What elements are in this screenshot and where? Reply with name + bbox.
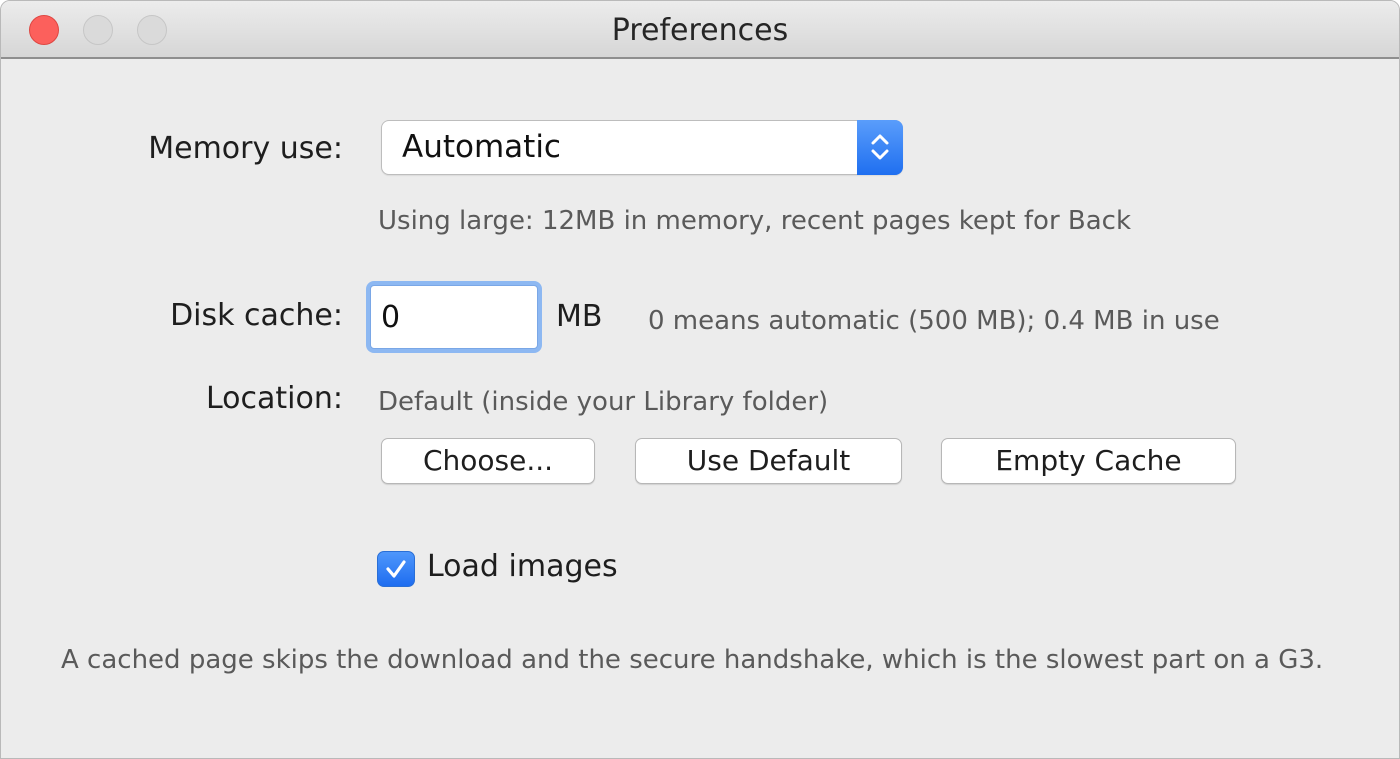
load-images-label[interactable]: Load images	[427, 549, 618, 584]
empty-cache-button[interactable]: Empty Cache	[941, 438, 1236, 484]
disk-cache-input[interactable]	[370, 285, 538, 349]
choose-location-button[interactable]: Choose...	[381, 438, 595, 484]
memory-use-label: Memory use:	[148, 131, 343, 166]
checkmark-icon	[386, 560, 406, 578]
disk-cache-hint: 0 means automatic (500 MB); 0.4 MB in us…	[648, 306, 1220, 336]
memory-use-select[interactable]: Automatic	[381, 120, 903, 175]
window-title: Preferences	[611, 13, 789, 48]
memory-use-hint: Using large: 12MB in memory, recent page…	[378, 206, 1132, 236]
up-down-chevron-icon[interactable]	[857, 120, 903, 175]
location-label: Location:	[206, 381, 343, 416]
location-value: Default (inside your Library folder)	[378, 387, 829, 417]
preferences-window: Preferences Memory use: Automatic Using …	[0, 0, 1400, 759]
title-bar[interactable]: Preferences	[1, 1, 1399, 59]
footer-note: A cached page skips the download and the…	[61, 645, 1324, 675]
memory-use-selected-value: Automatic	[402, 129, 561, 165]
disk-cache-label: Disk cache:	[170, 298, 343, 333]
use-default-button[interactable]: Use Default	[635, 438, 902, 484]
load-images-checkbox[interactable]	[377, 551, 415, 587]
disk-cache-unit: MB	[556, 299, 603, 334]
